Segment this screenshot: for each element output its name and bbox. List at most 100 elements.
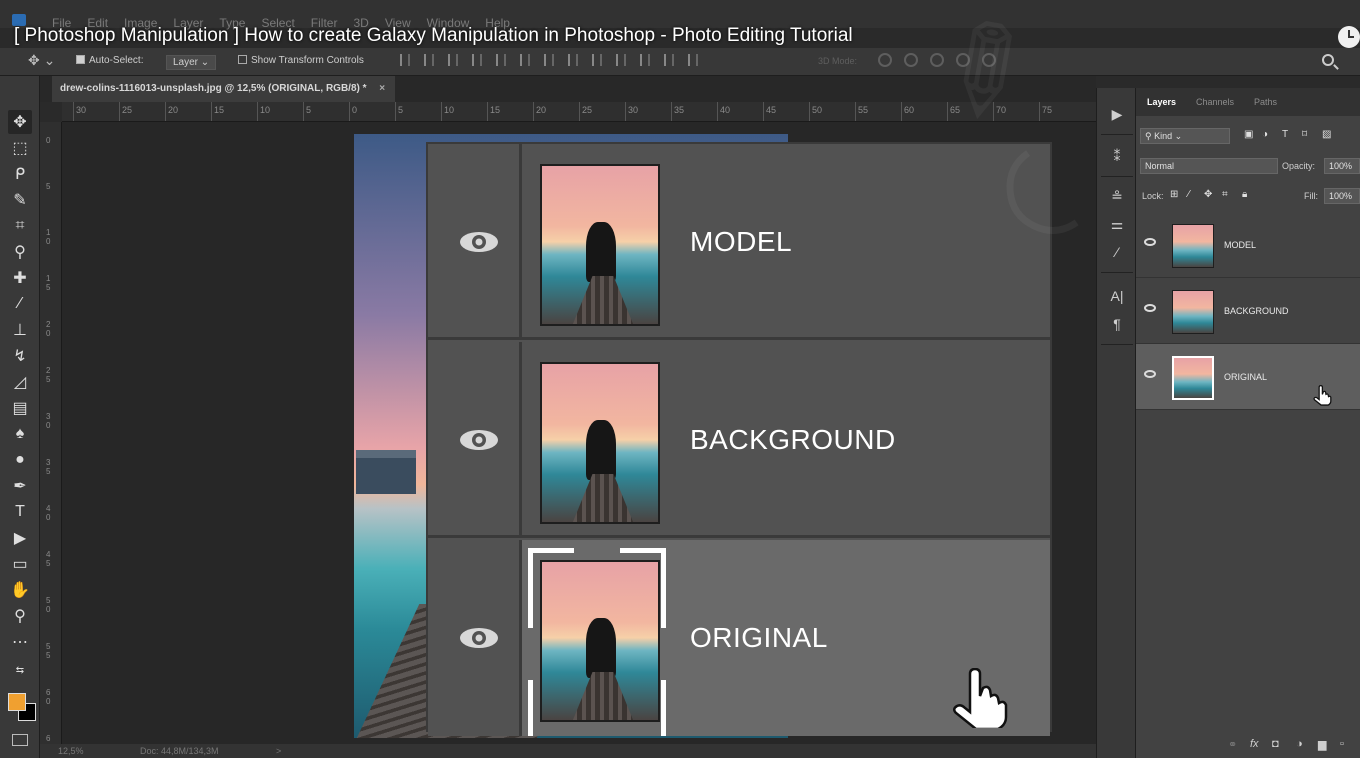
adjustments-icon[interactable]: ⚌ xyxy=(1106,214,1128,234)
show-transform-controls-checkbox[interactable]: Show Transform Controls xyxy=(238,55,364,66)
distribute-left-icon[interactable] xyxy=(616,54,626,66)
new-group-folder-icon[interactable]: ▆ xyxy=(1318,738,1326,751)
filter-adjustment-icon[interactable]: ◑ xyxy=(1262,129,1268,140)
eraser-tool-icon[interactable]: ◿ xyxy=(8,370,32,394)
lock-image-icon[interactable]: ⁄ xyxy=(1188,189,1190,200)
fill-input[interactable]: 100% xyxy=(1324,188,1360,204)
search-icon[interactable] xyxy=(1322,54,1334,66)
paragraph-icon[interactable]: ¶ xyxy=(1106,314,1128,334)
adjustment-layer-icon[interactable]: ◑ xyxy=(1296,738,1303,750)
filter-shape-icon[interactable]: ⌑ xyxy=(1302,129,1307,140)
align-left-icon[interactable] xyxy=(472,54,482,66)
lock-artboard-icon[interactable]: ⌗ xyxy=(1222,189,1228,200)
blur-tool-icon[interactable]: ♠ xyxy=(8,422,32,446)
align-hcenter-icon[interactable] xyxy=(496,54,506,66)
path-selection-tool-icon[interactable]: ▶ xyxy=(8,526,32,550)
hand-tool-icon[interactable]: ✋ xyxy=(8,578,32,602)
character-icon[interactable]: A| xyxy=(1106,286,1128,306)
new-layer-icon[interactable]: ▫ xyxy=(1340,738,1344,750)
align-top-icon[interactable] xyxy=(400,54,410,66)
video-title[interactable]: [ Photoshop Manipulation ] How to create… xyxy=(14,25,853,47)
distribute-right-icon[interactable] xyxy=(664,54,674,66)
tab-paths[interactable]: Paths xyxy=(1254,97,1277,107)
foreground-color-swatch[interactable] xyxy=(8,693,26,711)
document-tab[interactable]: drew-colins-1116013-unsplash.jpg @ 12,5%… xyxy=(52,76,396,102)
zoom-layer-row[interactable]: BACKGROUND xyxy=(428,342,1050,538)
swap-colors-icon[interactable]: ⇆ xyxy=(8,658,32,682)
blend-mode-dropdown[interactable]: Normal xyxy=(1140,158,1278,174)
fx-icon[interactable]: fx xyxy=(1250,738,1259,750)
layer-row-background[interactable]: BACKGROUND xyxy=(1136,278,1360,344)
align-bottom-icon[interactable] xyxy=(448,54,458,66)
history-brush-tool-icon[interactable]: ↯ xyxy=(8,344,32,368)
eye-visibility-icon[interactable] xyxy=(458,626,500,650)
play-actions-icon[interactable]: ▶ xyxy=(1106,104,1128,124)
opacity-input[interactable]: 100% xyxy=(1324,158,1360,174)
distribute-vcenter-icon[interactable] xyxy=(568,54,578,66)
pen-tool-icon[interactable]: ✒ xyxy=(8,474,32,498)
tab-channels[interactable]: Channels xyxy=(1196,97,1234,107)
lock-position-icon[interactable]: ✥ xyxy=(1204,189,1212,200)
doc-size[interactable]: Doc: 44,8M/134,3M xyxy=(140,746,219,756)
vertical-ruler[interactable]: 051 01 52 02 53 03 54 04 55 05 56 06 5 xyxy=(40,122,62,758)
link-layers-icon[interactable]: ⚭ xyxy=(1228,738,1237,751)
3d-slide-icon[interactable] xyxy=(956,53,970,67)
quick-mask-icon[interactable] xyxy=(12,734,28,746)
quick-select-tool-icon[interactable]: ✎ xyxy=(8,188,32,212)
zoom-layer-row-selected[interactable]: ORIGINAL xyxy=(428,540,1050,736)
zoom-layer-row[interactable]: MODEL xyxy=(428,144,1050,340)
history-icon[interactable]: ⁑ xyxy=(1106,146,1128,166)
eye-visibility-icon[interactable] xyxy=(1144,304,1156,312)
3d-scale-icon[interactable] xyxy=(982,53,996,67)
lock-all-icon[interactable]: 🔒︎ xyxy=(1242,189,1247,200)
dodge-tool-icon[interactable]: ● xyxy=(8,448,32,472)
auto-select-checkbox[interactable]: Auto-Select: xyxy=(76,55,143,66)
tab-layers[interactable]: Layers xyxy=(1147,97,1176,107)
clone-stamp-tool-icon[interactable]: ⊥ xyxy=(8,318,32,342)
ruler-tick: 25 xyxy=(578,102,593,121)
auto-align-icon[interactable] xyxy=(688,54,698,66)
status-menu-arrow[interactable]: > xyxy=(276,746,281,756)
type-tool-icon[interactable]: T xyxy=(8,500,32,524)
auto-select-target-dropdown[interactable]: Layer ⌄ xyxy=(166,55,217,70)
add-mask-icon[interactable]: ◘ xyxy=(1272,738,1279,750)
filter-smart-object-icon[interactable]: ▨ xyxy=(1322,129,1331,140)
edit-toolbar-icon[interactable]: ⋯ xyxy=(8,630,32,654)
lock-transparent-icon[interactable]: ⊞ xyxy=(1170,189,1178,200)
rectangle-tool-icon[interactable]: ▭ xyxy=(8,552,32,576)
eyedropper-tool-icon[interactable]: ⚲ xyxy=(8,240,32,264)
move-tool-preset-icon[interactable]: ✥ ⌄ xyxy=(28,52,55,69)
align-vcenter-icon[interactable] xyxy=(424,54,434,66)
eye-visibility-icon[interactable] xyxy=(458,230,500,254)
distribute-hcenter-icon[interactable] xyxy=(640,54,650,66)
eye-visibility-icon[interactable] xyxy=(1144,370,1156,378)
layer-row-original[interactable]: ORIGINAL xyxy=(1136,344,1360,410)
filter-pixel-icon[interactable]: ▣ xyxy=(1244,129,1253,140)
layer-row-model[interactable]: MODEL xyxy=(1136,212,1360,278)
libraries-icon[interactable]: ≗ xyxy=(1106,186,1128,206)
gradient-tool-icon[interactable]: ▤ xyxy=(8,396,32,420)
zoom-level[interactable]: 12,5% xyxy=(58,746,84,756)
brush-tool-icon[interactable]: ⁄ xyxy=(8,292,32,316)
panel-collapse-strip[interactable] xyxy=(1096,76,1360,88)
align-right-icon[interactable] xyxy=(520,54,530,66)
distribute-bottom-icon[interactable] xyxy=(592,54,602,66)
move-tool-icon[interactable]: ✥ xyxy=(8,110,32,134)
filter-type-icon[interactable]: T xyxy=(1282,129,1288,140)
close-tab-icon[interactable]: × xyxy=(379,83,385,94)
distribute-top-icon[interactable] xyxy=(544,54,554,66)
healing-brush-tool-icon[interactable]: ✚ xyxy=(8,266,32,290)
3d-pan-icon[interactable] xyxy=(930,53,944,67)
horizontal-ruler[interactable]: 30 25 20 15 10 5 0 5 10 15 20 25 30 35 40 45 50 55 60 65 70 7… xyxy=(62,102,1096,122)
lasso-tool-icon[interactable]: ᑭ xyxy=(8,162,32,186)
eye-visibility-icon[interactable] xyxy=(458,428,500,452)
marquee-tool-icon[interactable]: ⬚ xyxy=(8,136,32,160)
brush-settings-icon[interactable]: ⁄ xyxy=(1106,242,1128,262)
eye-visibility-icon[interactable] xyxy=(1144,238,1156,246)
watch-later-clock-icon[interactable] xyxy=(1338,26,1360,48)
3d-orbit-icon[interactable] xyxy=(878,53,892,67)
zoom-tool-icon[interactable]: ⚲ xyxy=(8,604,32,628)
filter-kind-dropdown[interactable]: ⚲ Kind ⌄ xyxy=(1140,128,1230,144)
3d-roll-icon[interactable] xyxy=(904,53,918,67)
crop-tool-icon[interactable]: ⌗ xyxy=(8,214,32,238)
